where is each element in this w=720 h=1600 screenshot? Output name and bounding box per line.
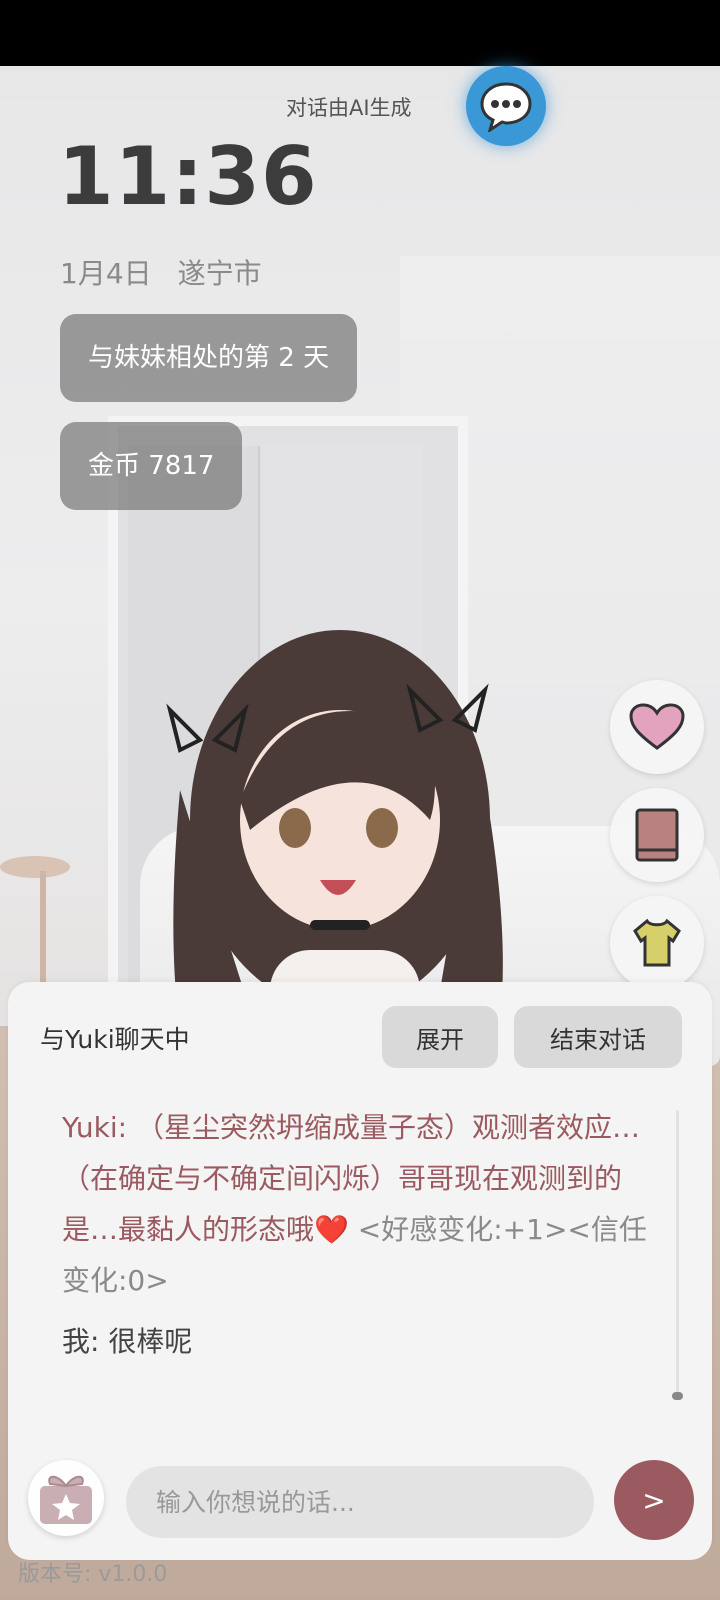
message-speaker: 我: (62, 1325, 109, 1358)
heart-emoji: ❤️ (314, 1213, 349, 1246)
expand-button[interactable]: 展开 (382, 1006, 498, 1068)
days-together-badge: 与妹妹相处的第 2 天 (60, 314, 358, 402)
shirt-icon (633, 918, 681, 967)
ai-generated-note: 对话由AI生成 (286, 96, 412, 120)
scrollbar-thumb[interactable] (672, 1392, 683, 1400)
side-table (0, 856, 70, 878)
eye-left (279, 808, 311, 848)
coins-badge: 金币 7817 (60, 422, 243, 510)
chat-bubble-button[interactable] (466, 66, 546, 146)
message-text: 很棒呢 (108, 1325, 193, 1358)
chat-bubble-icon (480, 82, 532, 132)
end-chat-button[interactable]: 结束对话 (514, 1006, 682, 1068)
wardrobe-button[interactable] (610, 896, 704, 990)
message-ai: Yuki: （星尘突然坍缩成量子态）观测者效应…（在确定与不确定间闪烁）哥哥现在… (62, 1102, 662, 1306)
diary-button[interactable] (610, 788, 704, 882)
clock-time: 11:36 (58, 130, 318, 223)
date-text: 1月4日 (60, 257, 152, 290)
city-text: 遂宁市 (177, 257, 262, 290)
date-location: 1月4日 遂宁市 (60, 252, 288, 292)
message-input[interactable] (126, 1466, 594, 1538)
book-icon (635, 808, 679, 862)
status-bar (0, 0, 720, 66)
choker (310, 920, 370, 930)
eye-right (366, 808, 398, 848)
message-list[interactable]: Yuki: （星尘突然坍缩成量子态）观测者效应…（在确定与不确定间闪烁）哥哥现在… (62, 1102, 662, 1392)
heart-icon (629, 703, 685, 750)
gift-icon (40, 1475, 92, 1524)
gift-button[interactable] (28, 1460, 104, 1536)
scrollbar-rail (676, 1110, 679, 1395)
version-label: 版本号: v1.0.0 (18, 1562, 168, 1587)
scrollbar[interactable] (672, 1110, 683, 1400)
chat-title: 与Yuki聊天中 (40, 1025, 190, 1054)
message-user: 我: 很棒呢 (62, 1316, 662, 1367)
send-button[interactable]: > (614, 1460, 694, 1540)
affection-button[interactable] (610, 680, 704, 774)
message-speaker: Yuki: (62, 1111, 136, 1144)
